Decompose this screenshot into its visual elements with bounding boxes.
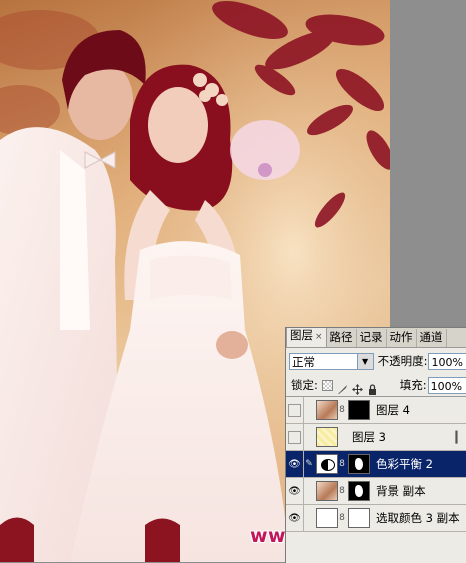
lock-row: 锁定: 填充: 100% bbox=[286, 374, 466, 397]
lock-all-icon[interactable] bbox=[367, 380, 378, 395]
tab-channels[interactable]: 通道 bbox=[417, 329, 447, 347]
layer-mask-thumbnail[interactable] bbox=[348, 508, 370, 528]
link-chain-icon: 8 bbox=[339, 513, 345, 523]
eye-hidden-icon[interactable] bbox=[288, 403, 301, 417]
layer-name: 图层 4 bbox=[376, 403, 410, 417]
layer-row-selective-color-3-copy[interactable]: 👁 8 选取颜色 3 副本 bbox=[286, 505, 466, 532]
blend-mode-select[interactable]: 正常 ▼ bbox=[289, 352, 374, 370]
lock-brush-icon[interactable] bbox=[337, 380, 348, 394]
layer-row-background-copy[interactable]: 👁 8 背景 副本 bbox=[286, 478, 466, 505]
tab-actions[interactable]: 动作 bbox=[387, 329, 417, 347]
panel-tabs: 图层 × 路径 记录 动作 通道 bbox=[286, 328, 466, 348]
layer-row-layer-3[interactable]: 图层 3 ▎ bbox=[286, 424, 466, 451]
tab-history[interactable]: 记录 bbox=[357, 329, 387, 347]
tab-label: 图层 bbox=[290, 328, 313, 342]
layers-panel: 图层 × 路径 记录 动作 通道 正常 ▼ 不透明度: 100% 锁定: 填充: … bbox=[285, 327, 466, 563]
layer-thumbnail bbox=[316, 400, 338, 420]
link-chain-icon: 8 bbox=[339, 486, 345, 496]
scroll-indicator: ▎ bbox=[455, 430, 464, 444]
close-icon[interactable]: × bbox=[315, 332, 323, 342]
layer-mask-thumbnail[interactable] bbox=[348, 481, 370, 501]
layer-mask-thumbnail[interactable] bbox=[348, 454, 370, 474]
link-chain-icon: 8 bbox=[339, 405, 345, 415]
visibility-toggle[interactable] bbox=[286, 397, 304, 423]
link-chain-icon: 8 bbox=[339, 459, 345, 469]
blend-mode-value: 正常 bbox=[292, 354, 315, 369]
layer-name: 选取颜色 3 副本 bbox=[376, 511, 460, 525]
layer-name: 图层 3 bbox=[352, 430, 386, 444]
lock-move-icon[interactable] bbox=[351, 380, 363, 395]
layer-name: 背景 副本 bbox=[376, 484, 426, 498]
eye-icon[interactable]: 👁 bbox=[288, 459, 301, 470]
workspace-background bbox=[390, 0, 466, 325]
lock-transparent-icon[interactable] bbox=[321, 379, 333, 391]
lock-label: 锁定: bbox=[291, 378, 318, 392]
tab-layers[interactable]: 图层 × bbox=[286, 328, 327, 347]
fill-label: 填充: bbox=[399, 378, 427, 392]
eye-icon[interactable]: 👁 bbox=[288, 513, 301, 524]
dropdown-arrow-icon[interactable]: ▼ bbox=[356, 353, 373, 369]
blend-row: 正常 ▼ 不透明度: 100% bbox=[286, 348, 466, 374]
opacity-input[interactable]: 100% bbox=[428, 352, 466, 370]
layer-row-layer-4[interactable]: 8 图层 4 bbox=[286, 397, 466, 424]
layer-thumbnail bbox=[316, 427, 338, 447]
visibility-toggle[interactable] bbox=[286, 424, 304, 450]
visibility-toggle[interactable]: 👁 bbox=[286, 505, 304, 531]
eye-hidden-icon[interactable] bbox=[288, 430, 301, 444]
layer-row-color-balance-2[interactable]: 👁 ✎ 8 色彩平衡 2 bbox=[286, 451, 466, 478]
layer-thumbnail bbox=[316, 481, 338, 501]
opacity-label: 不透明度: bbox=[377, 354, 428, 368]
layer-mask-thumbnail[interactable] bbox=[348, 400, 370, 420]
visibility-toggle[interactable]: 👁 bbox=[286, 478, 304, 504]
layer-name: 色彩平衡 2 bbox=[376, 457, 433, 471]
layer-thumbnail bbox=[316, 508, 338, 528]
eye-icon[interactable]: 👁 bbox=[288, 486, 301, 497]
fill-input[interactable]: 100% bbox=[427, 376, 466, 394]
adjustment-layer-icon bbox=[316, 454, 338, 474]
brush-icon: ✎ bbox=[305, 459, 313, 469]
visibility-toggle[interactable]: 👁 bbox=[286, 451, 304, 477]
tab-paths[interactable]: 路径 bbox=[327, 329, 357, 347]
